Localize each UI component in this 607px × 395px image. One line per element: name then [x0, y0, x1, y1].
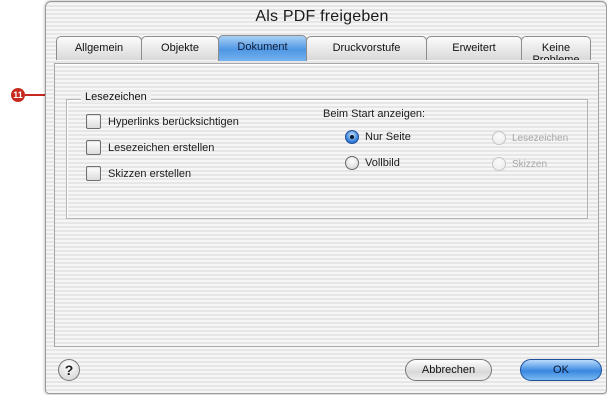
callout-marker: 11 [11, 88, 25, 102]
start-view-label: Beim Start anzeigen: [323, 108, 426, 120]
tab-label: Erweitert [452, 42, 496, 54]
cancel-label: Abbrechen [421, 364, 476, 376]
bookmarks-group: Lesezeichen Hyperlinks berücksichtigen L… [66, 91, 588, 219]
radio-bookmarks[interactable]: Lesezeichen [492, 131, 568, 145]
radio-fullscreen[interactable]: Vollbild [345, 156, 400, 170]
checkbox-box[interactable] [86, 114, 101, 129]
tab-bar: Allgemein Objekte Dokument Druckvorstufe… [56, 35, 591, 64]
ok-label: OK [553, 364, 569, 376]
tab-label: Keine Probleme [532, 42, 580, 60]
cancel-button[interactable]: Abbrechen [405, 359, 492, 381]
radio-button[interactable] [492, 131, 506, 145]
callout-number: 11 [13, 90, 23, 100]
radio-label: Lesezeichen [512, 132, 569, 144]
checkbox-create-thumbnails[interactable]: Skizzen erstellen [86, 166, 191, 181]
checkbox-label: Hyperlinks berücksichtigen [108, 115, 239, 128]
title-bar: Als PDF freigeben [46, 2, 606, 32]
help-button[interactable]: ? [58, 359, 80, 381]
tab-dokument[interactable]: Dokument [218, 35, 307, 61]
tab-label: Druckvorstufe [332, 42, 401, 54]
tab-erweitert[interactable]: Erweitert [426, 36, 522, 60]
checkbox-label: Skizzen erstellen [108, 167, 192, 180]
radio-button[interactable] [345, 130, 359, 144]
checkbox-hyperlinks[interactable]: Hyperlinks berücksichtigen [86, 114, 239, 129]
checkbox-box[interactable] [86, 166, 101, 181]
radio-button[interactable] [345, 156, 359, 170]
radio-button[interactable] [492, 157, 506, 171]
radio-label: Skizzen [512, 158, 548, 170]
group-label: Lesezeichen [81, 91, 151, 103]
checkbox-label: Lesezeichen erstellen [108, 141, 215, 154]
tab-keine-probleme[interactable]: Keine Probleme [521, 36, 591, 60]
tab-label: Dokument [237, 41, 288, 53]
help-icon: ? [64, 362, 74, 378]
tab-objekte[interactable]: Objekte [141, 36, 219, 60]
tab-label: Allgemein [74, 42, 124, 54]
radio-label: Nur Seite [365, 131, 411, 143]
ok-button[interactable]: OK [520, 359, 602, 381]
content-panel: Lesezeichen Hyperlinks berücksichtigen L… [54, 63, 599, 347]
radio-label: Vollbild [365, 157, 400, 169]
tab-label: Objekte [161, 42, 199, 54]
tab-druckvorstufe[interactable]: Druckvorstufe [306, 36, 427, 60]
checkbox-create-bookmarks[interactable]: Lesezeichen erstellen [86, 140, 214, 155]
radio-page-only[interactable]: Nur Seite [345, 130, 411, 144]
radio-thumbnails[interactable]: Skizzen [492, 157, 547, 171]
checkbox-box[interactable] [86, 140, 101, 155]
window-title: Als PDF freigeben [255, 8, 389, 25]
tab-allgemein[interactable]: Allgemein [56, 36, 142, 60]
pdf-export-dialog: Als PDF freigeben Allgemein Objekte Doku… [45, 1, 607, 394]
